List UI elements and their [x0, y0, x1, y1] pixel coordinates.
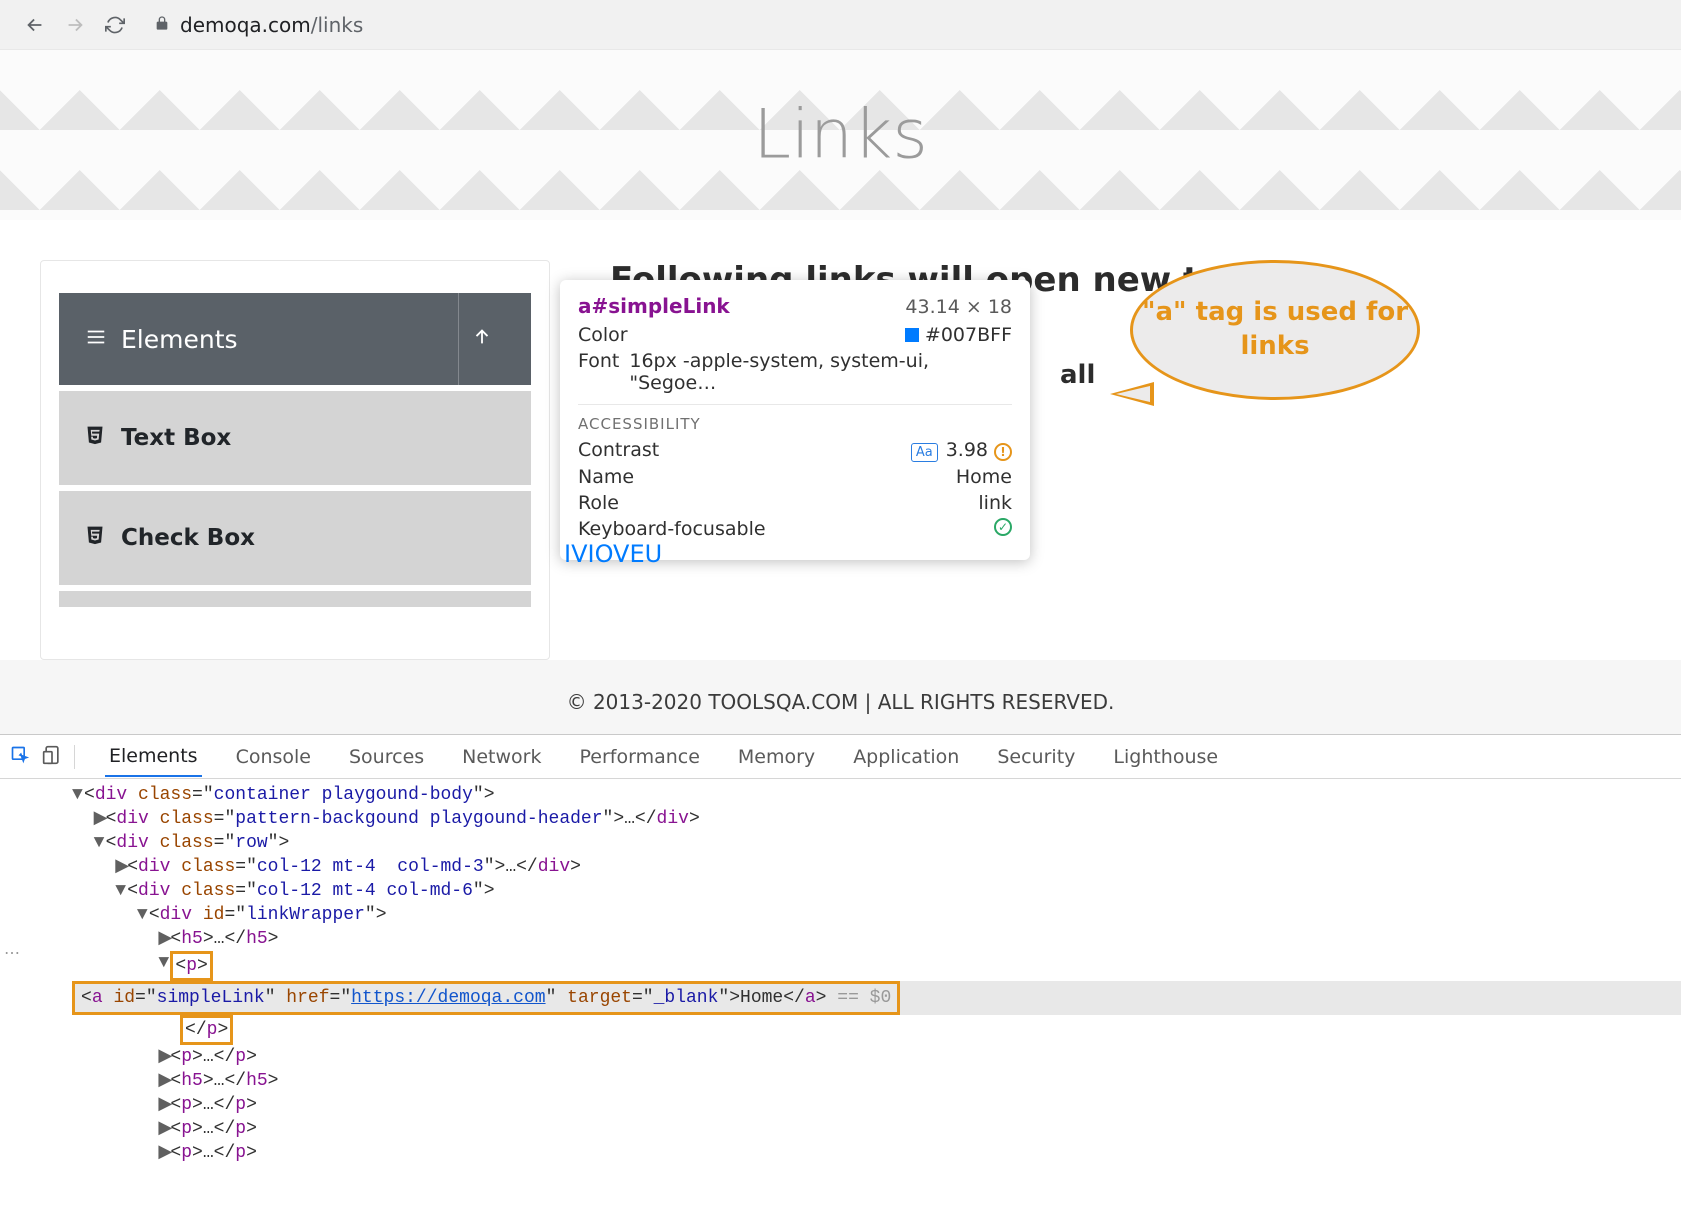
sidebar-item-label: Text Box [121, 425, 231, 451]
menu-icon [85, 325, 107, 354]
check-icon: ✓ [994, 518, 1012, 536]
aa-badge: Aa [911, 443, 938, 462]
devtab-sources[interactable]: Sources [345, 738, 428, 776]
device-icon[interactable] [42, 745, 62, 769]
devtab-performance[interactable]: Performance [576, 738, 704, 776]
tooltip-contrast-label: Contrast [578, 439, 659, 462]
sidebar-item-label: Check Box [121, 525, 255, 551]
tooltip-selector: a#simpleLink [578, 294, 730, 318]
partial-link[interactable]: IVIOVEU [564, 540, 662, 568]
sidebar: Elements Text Box Check Box [40, 260, 550, 660]
devtab-elements[interactable]: Elements [105, 737, 202, 777]
sidebar-header-label: Elements [121, 325, 238, 354]
sidebar-item-checkbox[interactable]: Check Box [59, 491, 531, 585]
annotation-text: "a" tag is used for links [1133, 296, 1417, 364]
dom-tree[interactable]: ▼<div class="container playgound-body"> … [0, 779, 1681, 1205]
tooltip-font-label: Font [578, 350, 619, 394]
tooltip-color-value: #007BFF [905, 324, 1012, 346]
color-swatch [905, 328, 919, 342]
devtab-network[interactable]: Network [458, 738, 545, 776]
annotation-callout: "a" tag is used for links [1130, 260, 1430, 420]
sidebar-item-partial[interactable] [59, 591, 531, 607]
tooltip-acc-label: ACCESSIBILITY [578, 404, 1012, 433]
tooltip-role-label: Role [578, 492, 619, 514]
warning-icon: ! [994, 443, 1012, 461]
devtab-console[interactable]: Console [232, 738, 315, 776]
tooltip-role-value: link [978, 492, 1012, 514]
footer-text: © 2013-2020 TOOLSQA.COM | ALL RIGHTS RES… [0, 660, 1681, 734]
tooltip-name-label: Name [578, 466, 634, 488]
partial-heading: all [1060, 360, 1095, 390]
page-header: Links [0, 50, 1681, 220]
tooltip-dimensions: 43.14 × 18 [905, 296, 1012, 318]
tooltip-color-label: Color [578, 324, 628, 346]
selected-dom-node[interactable]: <a id="simpleLink" href="https://demoqa.… [72, 981, 1681, 1015]
tooltip-name-value: Home [956, 466, 1012, 488]
address-bar[interactable]: demoqa.com/links [154, 13, 363, 37]
devtools-panel: Elements Console Sources Network Perform… [0, 734, 1681, 1205]
devtab-memory[interactable]: Memory [734, 738, 819, 776]
inspect-icon[interactable] [10, 745, 30, 769]
devtab-security[interactable]: Security [993, 738, 1079, 776]
collapse-icon[interactable] [459, 326, 505, 352]
url-text: demoqa.com/links [180, 13, 363, 37]
reload-icon[interactable] [104, 14, 126, 36]
devtab-lighthouse[interactable]: Lighthouse [1109, 738, 1222, 776]
browser-toolbar: demoqa.com/links [0, 0, 1681, 50]
sidebar-item-textbox[interactable]: Text Box [59, 391, 531, 485]
tooltip-font-value: 16px -apple-system, system-ui, "Segoe… [629, 350, 1012, 394]
tooltip-contrast-value: Aa3.98! [911, 439, 1012, 462]
forward-icon[interactable] [64, 14, 86, 36]
devtab-application[interactable]: Application [849, 738, 963, 776]
html5-icon [85, 424, 107, 452]
overflow-dots[interactable]: … [4, 939, 20, 958]
tooltip-kf-label: Keyboard-focusable [578, 518, 766, 540]
page-title: Links [753, 96, 928, 175]
html5-icon [85, 524, 107, 552]
lock-icon [154, 15, 170, 35]
devtools-tabs: Elements Console Sources Network Perform… [0, 735, 1681, 779]
sidebar-header[interactable]: Elements [59, 293, 531, 385]
inspector-tooltip: a#simpleLink 43.14 × 18 Color #007BFF Fon… [560, 280, 1030, 560]
back-icon[interactable] [24, 14, 46, 36]
